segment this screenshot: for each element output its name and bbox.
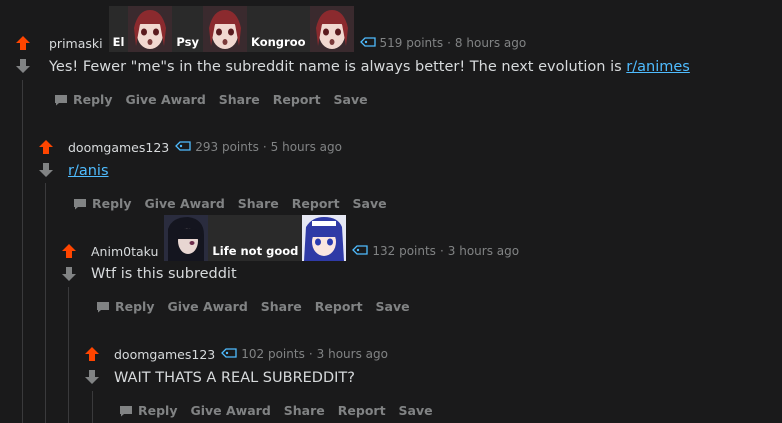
share-button[interactable]: Share: [238, 196, 279, 211]
comment-body: Wtf is this subreddit: [91, 266, 237, 282]
share-button[interactable]: Share: [284, 403, 325, 418]
tag-icon: [359, 36, 376, 50]
reply-button[interactable]: Reply: [73, 196, 131, 211]
tag-icon: [175, 140, 191, 154]
thread-line[interactable]: [68, 287, 69, 423]
anime-face-icon: [128, 6, 173, 52]
comment-points: 132 points: [372, 244, 436, 258]
report-button[interactable]: Report: [273, 92, 321, 107]
comment-author[interactable]: Anim0taku: [91, 244, 158, 259]
comment-points: 102 points: [241, 347, 305, 361]
share-button[interactable]: Share: [219, 92, 260, 107]
downvote-icon[interactable]: [15, 58, 31, 74]
anime-face-icon: [164, 215, 209, 261]
anime-face-icon: [302, 215, 347, 261]
comment-body: r/anis: [68, 163, 109, 179]
comment-actions: Reply Give Award Share Report Save: [96, 299, 423, 314]
comment-age[interactable]: 3 hours ago: [448, 244, 519, 258]
comment-bubble-icon: [74, 198, 86, 209]
upvote-icon[interactable]: [15, 35, 31, 51]
comment-text: WAIT THATS A REAL SUBREDDIT?: [114, 370, 355, 386]
share-button[interactable]: Share: [261, 299, 302, 314]
reply-button[interactable]: Reply: [119, 403, 177, 418]
comment-body: Yes! Fewer "me"s in the subreddit name i…: [49, 59, 690, 75]
comment-bubble-icon: [120, 405, 132, 416]
comment-points: 519 points: [379, 36, 444, 50]
thread-line[interactable]: [92, 391, 93, 423]
comment-age[interactable]: 3 hours ago: [317, 347, 388, 361]
comment-text: Yes! Fewer "me"s in the subreddit name i…: [49, 59, 627, 75]
separator: ·: [308, 347, 313, 361]
report-button[interactable]: Report: [292, 196, 340, 211]
downvote-icon[interactable]: [61, 266, 77, 282]
comment-meta: doomgames123 293 points · 5 hours ago: [68, 138, 342, 156]
give-award-button[interactable]: Give Award: [190, 403, 270, 418]
flair-text: Life not good: [212, 244, 299, 258]
thread-line[interactable]: [45, 183, 46, 423]
flair-text: El: [112, 35, 125, 49]
comment-actions: Reply Give Award Share Report Save: [119, 403, 446, 418]
tag-icon: [352, 244, 369, 258]
comment-age[interactable]: 8 hours ago: [455, 36, 526, 50]
give-award-button[interactable]: Give Award: [125, 92, 205, 107]
downvote-icon[interactable]: [38, 162, 54, 178]
give-award-button[interactable]: Give Award: [167, 299, 247, 314]
reply-label: Reply: [138, 403, 178, 418]
subreddit-link[interactable]: r/anis: [68, 163, 109, 179]
report-button[interactable]: Report: [338, 403, 386, 418]
comment-text: Wtf is this subreddit: [91, 266, 237, 282]
comment-author[interactable]: primaski: [49, 36, 103, 51]
upvote-icon[interactable]: [38, 139, 54, 155]
separator: ·: [439, 244, 444, 258]
comment-meta: Anim0taku Life not good 132 points · 3 h…: [91, 215, 519, 261]
anime-face-icon: [309, 6, 354, 52]
comment-body: WAIT THATS A REAL SUBREDDIT?: [114, 370, 355, 386]
tag-icon: [221, 347, 237, 361]
save-button[interactable]: Save: [353, 196, 387, 211]
reply-button[interactable]: Reply: [54, 92, 112, 107]
separator: ·: [447, 36, 451, 50]
downvote-icon[interactable]: [84, 369, 100, 385]
reply-button[interactable]: Reply: [96, 299, 154, 314]
save-button[interactable]: Save: [376, 299, 410, 314]
comment-bubble-icon: [55, 94, 67, 105]
save-button[interactable]: Save: [334, 92, 368, 107]
reply-label: Reply: [92, 196, 132, 211]
flair-text: Psy: [176, 35, 199, 49]
subreddit-link[interactable]: r/animes: [626, 59, 690, 75]
comment-author[interactable]: doomgames123: [114, 347, 215, 362]
upvote-icon[interactable]: [84, 346, 100, 362]
give-award-button[interactable]: Give Award: [144, 196, 224, 211]
user-flair: Life not good: [164, 215, 347, 261]
comment-meta: primaski El Psy Kongroo 519 points · 8 h…: [49, 6, 526, 52]
comment-bubble-icon: [97, 301, 109, 312]
thread-line[interactable]: [22, 80, 23, 423]
comment-age[interactable]: 5 hours ago: [271, 140, 342, 154]
reply-label: Reply: [115, 299, 155, 314]
anime-face-icon: [203, 6, 247, 52]
comment-meta: doomgames123 102 points · 3 hours ago: [114, 345, 388, 363]
separator: ·: [262, 140, 267, 154]
report-button[interactable]: Report: [315, 299, 363, 314]
upvote-icon[interactable]: [61, 243, 77, 259]
comment-author[interactable]: doomgames123: [68, 140, 169, 155]
comment-actions: Reply Give Award Share Report Save: [73, 196, 400, 211]
flair-text: Kongroo: [251, 35, 306, 49]
comment-points: 293 points: [195, 140, 259, 154]
save-button[interactable]: Save: [399, 403, 433, 418]
user-flair: El Psy Kongroo: [108, 6, 354, 52]
comment-actions: Reply Give Award Share Report Save: [54, 92, 381, 107]
reply-label: Reply: [73, 92, 113, 107]
